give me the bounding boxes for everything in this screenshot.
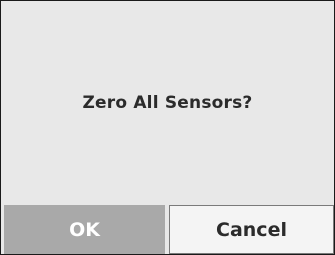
ok-button[interactable]: OK xyxy=(4,205,165,254)
button-row: OK Cancel xyxy=(1,205,334,254)
message-area: Zero All Sensors? xyxy=(1,1,334,204)
dialog-message: Zero All Sensors? xyxy=(82,92,253,113)
confirm-dialog: Zero All Sensors? OK Cancel xyxy=(0,0,335,255)
cancel-button[interactable]: Cancel xyxy=(169,205,334,254)
